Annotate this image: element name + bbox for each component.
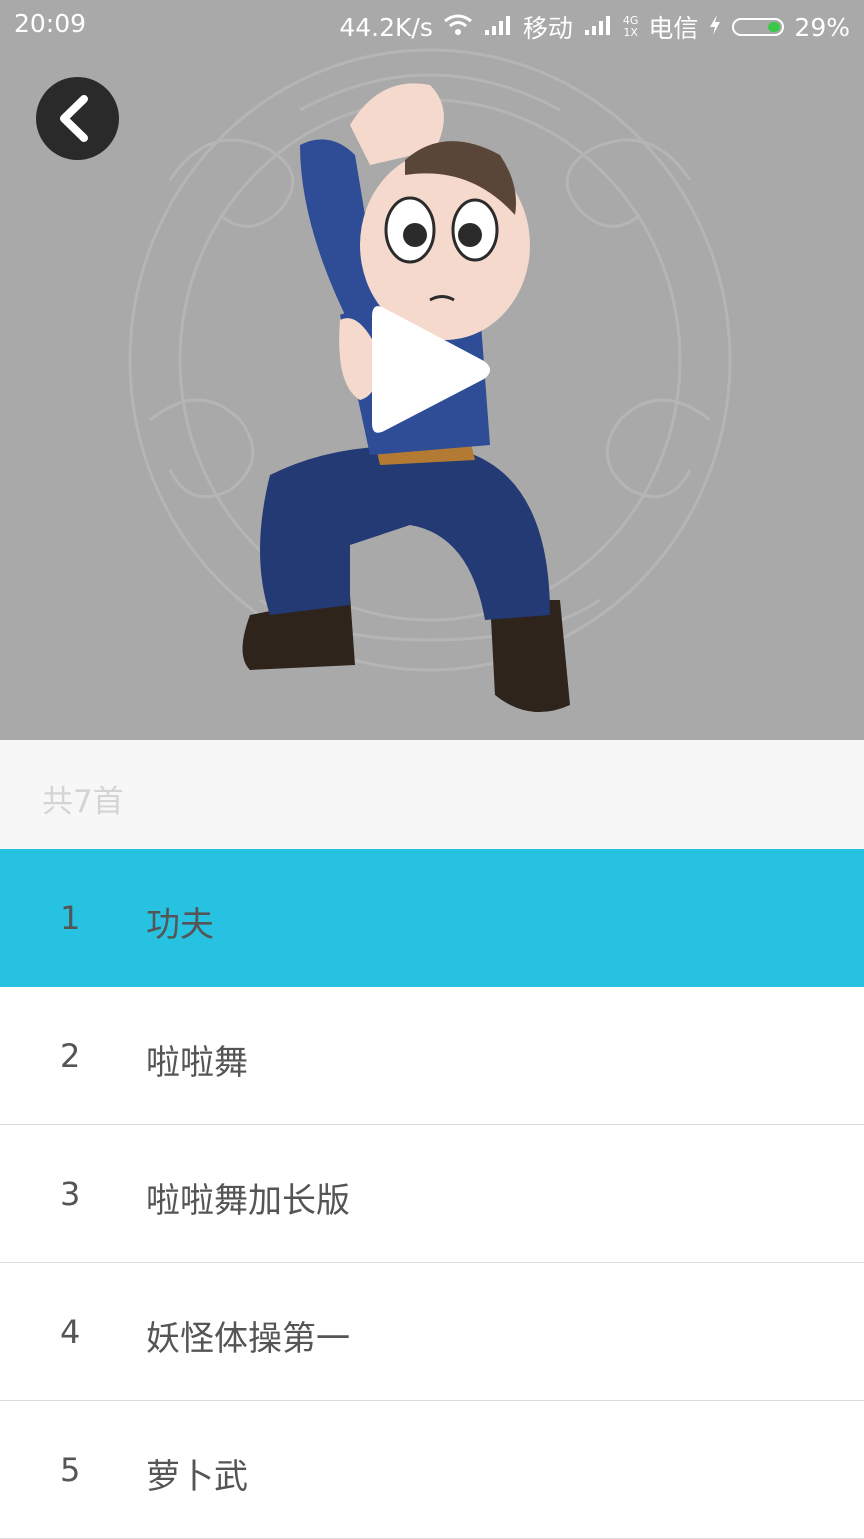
track-item[interactable]: 1 功夫 (0, 849, 864, 987)
watermark-logo (692, 1496, 844, 1532)
track-item[interactable]: 4 妖怪体操第一 (0, 1263, 864, 1401)
track-number: 3 (60, 1175, 81, 1213)
track-number: 5 (60, 1451, 81, 1489)
play-icon (372, 306, 490, 433)
status-bar: 20:09 44.2K/s 移动 4G 1X 电信 29% (0, 0, 864, 50)
track-number: 4 (60, 1313, 81, 1351)
list-header (0, 740, 864, 850)
network-type: 4G 1X (622, 14, 639, 39)
net-speed: 44.2K/s (339, 12, 433, 42)
track-number: 2 (60, 1037, 81, 1075)
play-button[interactable] (360, 295, 500, 445)
carrier-1: 移动 (522, 14, 573, 43)
track-title: 萝卜武 (146, 1457, 248, 1497)
back-arrow-icon (60, 95, 88, 142)
track-title: 功夫 (146, 905, 214, 945)
charging-icon (708, 13, 722, 42)
status-time: 20:09 (14, 9, 87, 38)
signal-icon (483, 13, 513, 42)
video-player[interactable]: 20:09 44.2K/s 移动 4G 1X 电信 29% (0, 0, 864, 740)
back-button[interactable] (36, 77, 119, 160)
signal-icon (583, 13, 613, 42)
carrier-2: 电信 (648, 14, 699, 43)
track-count: 共7首 (42, 784, 124, 820)
track-list: 1 功夫 2 啦啦舞 3 啦啦舞加长版 4 妖怪体操第一 5 萝卜武 (0, 849, 864, 1539)
track-title: 啦啦舞 (146, 1043, 248, 1083)
track-number: 1 (60, 899, 81, 937)
battery-icon (732, 18, 785, 36)
track-title: 妖怪体操第一 (146, 1319, 350, 1359)
track-item[interactable]: 2 啦啦舞 (0, 987, 864, 1125)
track-item[interactable]: 3 啦啦舞加长版 (0, 1125, 864, 1263)
track-title: 啦啦舞加长版 (146, 1181, 350, 1221)
battery-level: 29% (794, 12, 850, 42)
wifi-icon (443, 13, 473, 42)
